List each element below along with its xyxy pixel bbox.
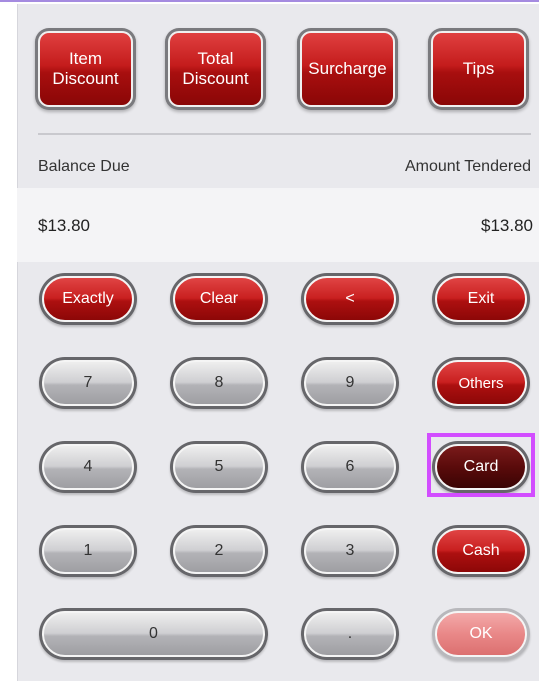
key-6[interactable]: 6 bbox=[301, 441, 399, 493]
window-top-edge bbox=[0, 0, 539, 2]
amount-tendered-value[interactable]: $13.80 bbox=[481, 216, 533, 236]
others-label: Others bbox=[435, 360, 527, 406]
others-button[interactable]: Others bbox=[432, 357, 530, 409]
key-3[interactable]: 3 bbox=[301, 525, 399, 577]
exactly-button[interactable]: Exactly bbox=[39, 273, 137, 325]
key-9-label: 9 bbox=[304, 360, 396, 406]
key-6-label: 6 bbox=[304, 444, 396, 490]
key-1-label: 1 bbox=[42, 528, 134, 574]
balance-due-label: Balance Due bbox=[38, 158, 130, 175]
clear-label: Clear bbox=[173, 276, 265, 322]
key-8-label: 8 bbox=[173, 360, 265, 406]
backspace-label: < bbox=[304, 276, 396, 322]
cash-label: Cash bbox=[435, 528, 527, 574]
backspace-button[interactable]: < bbox=[301, 273, 399, 325]
key-8[interactable]: 8 bbox=[170, 357, 268, 409]
balance-due-value: $13.80 bbox=[38, 216, 90, 235]
clear-button[interactable]: Clear bbox=[170, 273, 268, 325]
total-discount-button[interactable]: Total Discount bbox=[165, 28, 266, 110]
exactly-label: Exactly bbox=[42, 276, 134, 322]
cash-button[interactable]: Cash bbox=[432, 525, 530, 577]
amount-tendered-label: Amount Tendered bbox=[404, 158, 531, 175]
key-decimal-label: . bbox=[304, 611, 396, 657]
card-selection-highlight bbox=[427, 433, 535, 497]
amount-display bbox=[17, 188, 539, 262]
surcharge-label: Surcharge bbox=[300, 31, 395, 107]
key-7[interactable]: 7 bbox=[39, 357, 137, 409]
tips-button[interactable]: Tips bbox=[428, 28, 529, 110]
key-5-label: 5 bbox=[173, 444, 265, 490]
exit-label: Exit bbox=[435, 276, 527, 322]
key-0[interactable]: 0 bbox=[39, 608, 268, 660]
key-9[interactable]: 9 bbox=[301, 357, 399, 409]
ok-button[interactable]: OK bbox=[432, 608, 530, 660]
key-2[interactable]: 2 bbox=[170, 525, 268, 577]
surcharge-button[interactable]: Surcharge bbox=[297, 28, 398, 110]
total-discount-label: Total Discount bbox=[168, 31, 263, 107]
ok-label: OK bbox=[435, 611, 527, 657]
key-7-label: 7 bbox=[42, 360, 134, 406]
exit-button[interactable]: Exit bbox=[432, 273, 530, 325]
key-5[interactable]: 5 bbox=[170, 441, 268, 493]
key-3-label: 3 bbox=[304, 528, 396, 574]
key-0-label: 0 bbox=[42, 611, 265, 657]
key-1[interactable]: 1 bbox=[39, 525, 137, 577]
key-decimal[interactable]: . bbox=[301, 608, 399, 660]
item-discount-label: Item Discount bbox=[38, 31, 133, 107]
key-4[interactable]: 4 bbox=[39, 441, 137, 493]
tips-label: Tips bbox=[431, 31, 526, 107]
key-4-label: 4 bbox=[42, 444, 134, 490]
key-2-label: 2 bbox=[173, 528, 265, 574]
item-discount-button[interactable]: Item Discount bbox=[35, 28, 136, 110]
divider bbox=[38, 133, 531, 135]
